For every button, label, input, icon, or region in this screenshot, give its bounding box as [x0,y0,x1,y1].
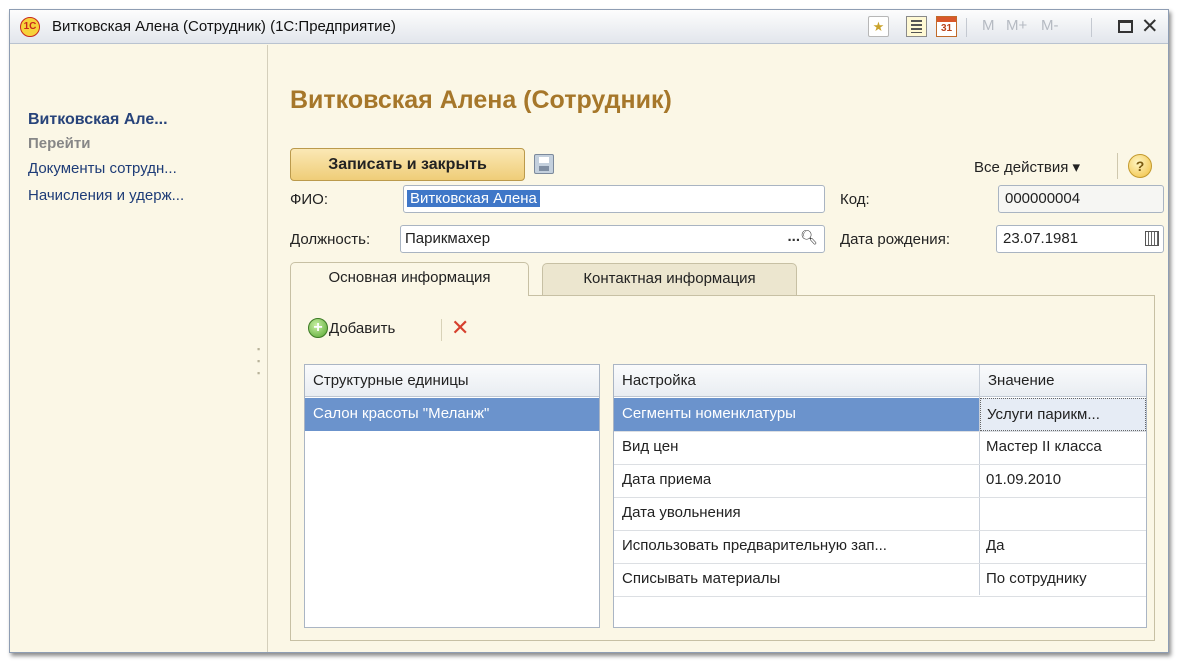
value-cell: 01.09.2010 [986,471,1062,488]
calculator-icon[interactable] [906,16,927,37]
birth-date-value: 23.07.1981 [1003,230,1079,247]
select-dots-button[interactable]: ... [787,228,800,245]
value-cell: Услуги парикм... [987,406,1100,423]
position-label: Должность: [290,231,371,248]
maximize-icon[interactable] [1118,20,1133,33]
units-table[interactable]: Структурные единицы Салон красоты "Мелан… [304,364,600,628]
table-row[interactable]: Сегменты номенклатуры Услуги парикм... [614,398,1146,432]
tab-contact-info[interactable]: Контактная информация [542,263,797,296]
add-button[interactable]: Добавить [329,320,395,337]
header-separator [1117,153,1118,179]
command-separator [441,319,442,341]
setting-cell: Дата увольнения [622,504,741,521]
code-value: 000000004 [1005,190,1081,207]
table-row[interactable]: Списывать материалы По сотруднику [614,563,1146,597]
value-cell: По сотруднику [986,570,1087,587]
code-field[interactable]: 000000004 [998,185,1164,213]
code-label: Код: [840,191,870,208]
value-column-header[interactable]: Значение [988,372,1055,389]
sidebar-link-documents[interactable]: Документы сотрудн... [28,160,177,177]
setting-cell: Вид цен [622,438,679,455]
window-title: Витковская Алена (Сотрудник) (1С:Предпри… [52,18,396,35]
setting-cell: Сегменты номенклатуры [622,405,796,422]
memory-plus-button[interactable]: M+ [1006,17,1027,34]
fio-field[interactable]: Витковская Алена [403,185,825,213]
calendar-picker-icon[interactable] [1145,231,1159,246]
value-cell: Мастер II класса [986,438,1102,455]
setting-cell: Использовать предварительную зап... [622,537,887,554]
tab-main-info[interactable]: Основная информация [290,262,529,296]
add-plus-icon[interactable]: + [308,318,328,338]
setting-column-header[interactable]: Настройка [622,372,696,389]
units-cell: Салон красоты "Меланж" [313,405,490,422]
resize-grip-icon[interactable]: ▪ ▪ ▪ [257,343,261,379]
fio-label: ФИО: [290,191,329,208]
memory-minus-button[interactable]: M- [1041,17,1059,34]
setting-cell: Дата приема [622,471,712,488]
table-row[interactable]: Использовать предварительную зап... Да [614,530,1146,564]
position-value: Парикмахер [405,230,491,247]
page-title: Витковская Алена (Сотрудник) [290,86,672,114]
position-field[interactable]: Парикмахер ... 🔍︎ [400,225,825,253]
value-cell: Да [986,537,1005,554]
table-row[interactable]: Дата приема 01.09.2010 [614,464,1146,498]
sidebar-link-accruals[interactable]: Начисления и удерж... [28,187,184,204]
units-table-header: Структурные единицы [305,365,599,397]
setting-cell: Списывать материалы [622,570,781,587]
sidebar-section-go: Перейти [28,135,91,152]
form-window: 1С Витковская Алена (Сотрудник) (1С:Пред… [9,9,1169,653]
save-disk-icon[interactable] [534,154,554,174]
open-magnifier-icon[interactable]: 🔍︎ [800,229,818,246]
sidebar-title: Витковская Але... [28,111,168,128]
1c-logo-icon: 1С [20,17,40,37]
units-column-header[interactable]: Структурные единицы [313,372,469,389]
settings-table-header: Настройка Значение [614,365,1146,397]
close-icon[interactable]: ✕ [1141,14,1159,39]
title-bar: 1С Витковская Алена (Сотрудник) (1С:Пред… [10,10,1168,44]
all-actions-menu[interactable]: Все действия ▾ [974,158,1080,176]
table-row[interactable]: Вид цен Мастер II класса [614,431,1146,465]
help-icon[interactable]: ? [1128,154,1152,178]
memory-m-button[interactable]: M [982,17,995,34]
delete-x-icon[interactable]: ✕ [451,315,469,341]
table-row[interactable]: Дата увольнения [614,497,1146,531]
birth-date-field[interactable]: 23.07.1981 [996,225,1164,253]
save-and-close-button[interactable]: Записать и закрыть [290,148,525,181]
toolbar-separator-2 [1091,18,1092,37]
fio-value: Витковская Алена [407,190,540,207]
favorite-star-icon[interactable]: ★ [868,16,889,37]
calendar-icon[interactable]: 31 [936,16,957,37]
birth-date-label: Дата рождения: [840,231,950,248]
app-window: 1С Витковская Алена (Сотрудник) (1С:Пред… [0,0,1183,666]
table-row[interactable]: Салон красоты "Меланж" [305,398,599,431]
settings-table[interactable]: Настройка Значение Сегменты номенклатуры… [613,364,1147,628]
toolbar-separator [966,18,967,37]
